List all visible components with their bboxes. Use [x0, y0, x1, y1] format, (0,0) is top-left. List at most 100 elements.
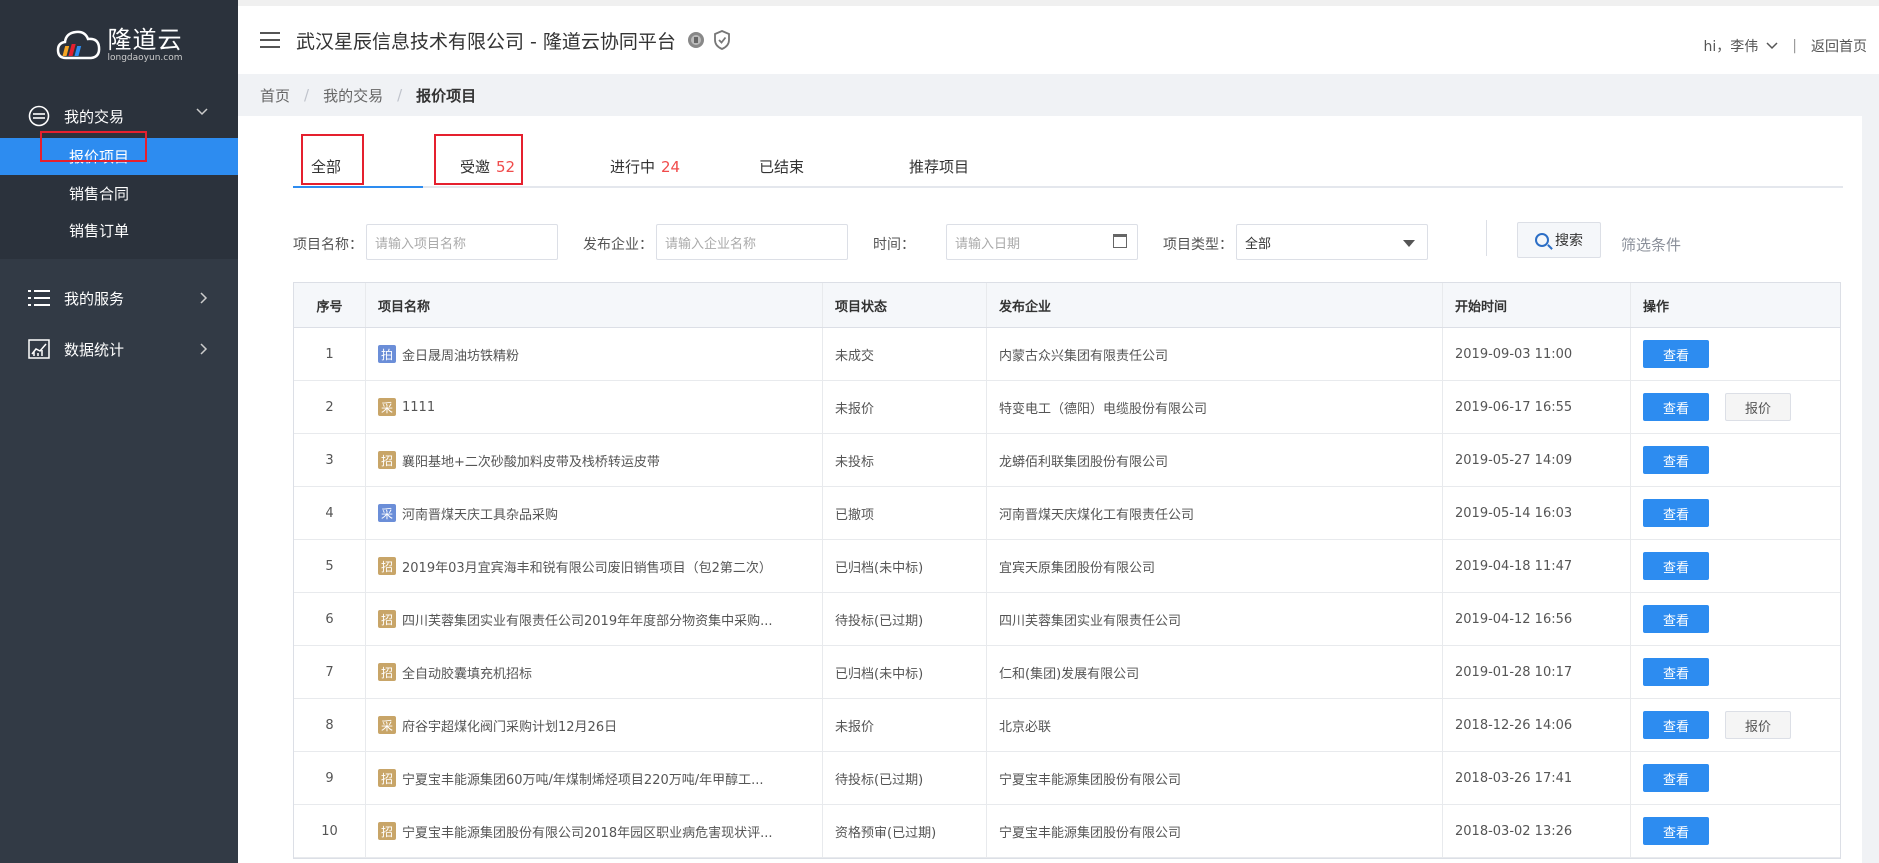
project-name[interactable]: 2019年03月宜宾海丰和锐有限公司废旧销售项目（包2第二次）: [402, 557, 772, 576]
cell-time: 2018-12-26 14:06: [1443, 699, 1631, 751]
view-button[interactable]: 查看: [1643, 658, 1709, 686]
view-button[interactable]: 查看: [1643, 446, 1709, 474]
header-name: 项目名称: [366, 283, 823, 327]
cell-name[interactable]: 招宁夏宝丰能源集团股份有限公司2018年园区职业病危害现状评...: [366, 805, 823, 857]
project-name[interactable]: 1111: [402, 400, 435, 415]
logo[interactable]: 隆道云 longdaoyun.com: [56, 27, 183, 63]
chevron-down-icon[interactable]: [1766, 38, 1778, 54]
cell-no: 6: [294, 593, 366, 645]
cell-name[interactable]: 采河南晋煤天庆工具杂品采购: [366, 487, 823, 539]
filter-conditions-link[interactable]: 筛选条件: [1621, 234, 1681, 255]
view-button[interactable]: 查看: [1643, 499, 1709, 527]
nav-head-my-service[interactable]: 我的服务: [0, 273, 238, 323]
view-button[interactable]: 查看: [1643, 552, 1709, 580]
project-name-input[interactable]: 请输入项目名称: [366, 224, 558, 260]
cell-name[interactable]: 招襄阳基地+二次砂酸加料皮带及栈桥转运皮带: [366, 434, 823, 486]
highlight-box: [434, 134, 523, 185]
view-button[interactable]: 查看: [1643, 340, 1709, 368]
tab-recommended[interactable]: 推荐项目: [909, 156, 969, 177]
nav-head-statistics[interactable]: 数据统计: [0, 323, 238, 375]
quote-button[interactable]: 报价: [1725, 393, 1791, 421]
tab-label: 已结束: [759, 158, 805, 176]
project-name[interactable]: 河南晋煤天庆工具杂品采购: [402, 504, 558, 523]
nav-group-trade: 我的交易 报价项目 销售合同 销售订单: [0, 90, 238, 259]
app-title: 武汉星辰信息技术有限公司 - 隆道云协同平台: [296, 30, 676, 53]
project-type-tag: 采: [378, 504, 396, 522]
view-button[interactable]: 查看: [1643, 393, 1709, 421]
sidebar-item-sales-contract[interactable]: 销售合同: [0, 175, 238, 212]
date-input[interactable]: 请输入日期: [946, 224, 1138, 260]
tab-finished[interactable]: 已结束: [759, 156, 804, 177]
cell-time: 2019-06-17 16:55: [1443, 381, 1631, 433]
project-name[interactable]: 全自动胶囊填充机招标: [402, 663, 532, 682]
cell-status: 已归档(未中标): [823, 646, 987, 698]
cell-time: 2019-09-03 11:00: [1443, 328, 1631, 380]
sidebar-item-sales-order[interactable]: 销售订单: [0, 212, 238, 249]
search-icon: [1535, 233, 1549, 247]
cell-status: 已撤项: [823, 487, 987, 539]
time-label: 时间：: [873, 237, 915, 253]
cell-no: 8: [294, 699, 366, 751]
header-corp: 发布企业: [987, 283, 1443, 327]
project-name[interactable]: 四川芙蓉集团实业有限责任公司2019年年度部分物资集中采购...: [402, 610, 772, 629]
table-row: 9 招宁夏宝丰能源集团60万吨/年煤制烯烃项目220万吨/年甲醇工... 待投标(已…: [294, 752, 1840, 805]
cell-op: 查看: [1631, 805, 1840, 857]
breadcrumb-trade[interactable]: 我的交易: [323, 85, 383, 106]
project-type-select[interactable]: 全部: [1236, 224, 1428, 260]
cell-name[interactable]: 采府谷宇超煤化阀门采购计划12月26日: [366, 699, 823, 751]
view-button[interactable]: 查看: [1643, 764, 1709, 792]
cell-name[interactable]: 招 2019年03月宜宾海丰和锐有限公司废旧销售项目（包2第二次）: [366, 540, 823, 592]
cell-corp: 宁夏宝丰能源集团股份有限公司: [987, 752, 1443, 804]
cell-corp: 河南晋煤天庆煤化工有限责任公司: [987, 487, 1443, 539]
header-op: 操作: [1643, 299, 1670, 315]
cell-time: 2018-03-26 17:41: [1443, 752, 1631, 804]
corp-name-input[interactable]: 请输入企业名称: [656, 224, 848, 260]
logo-name: 隆道云: [107, 26, 183, 54]
cell-op: 查看: [1631, 487, 1840, 539]
back-home-link[interactable]: 返回首页: [1811, 36, 1867, 56]
select-value: 全部: [1245, 236, 1272, 252]
view-button[interactable]: 查看: [1643, 605, 1709, 633]
cell-status: 未报价: [823, 381, 987, 433]
cell-status: 未报价: [823, 699, 987, 751]
cell-no: 1: [294, 328, 366, 380]
cell-name[interactable]: 拍金日晟周油坊铁精粉: [366, 328, 823, 380]
cell-name[interactable]: 招全自动胶囊填充机招标: [366, 646, 823, 698]
project-type-tag: 招: [378, 557, 396, 575]
tab-in-progress[interactable]: 进行中 24: [610, 156, 680, 177]
cell-status: 待投标(已过期): [823, 752, 987, 804]
project-type-tag: 招: [378, 769, 396, 787]
breadcrumb-home[interactable]: 首页: [260, 85, 290, 106]
cell-name[interactable]: 采 1111: [366, 381, 823, 433]
project-name[interactable]: 襄阳基地+二次砂酸加料皮带及栈桥转运皮带: [402, 451, 660, 470]
tab-ink-bar: [293, 186, 423, 188]
cell-name[interactable]: 招四川芙蓉集团实业有限责任公司2019年年度部分物资集中采购...: [366, 593, 823, 645]
menu-icon[interactable]: [260, 32, 280, 48]
project-name[interactable]: 府谷宇超煤化阀门采购计划12月26日: [402, 716, 617, 735]
tab-bar: 全部 受邀 52 进行中 24 已结束 推荐项目: [293, 138, 1843, 188]
table-row: 1 拍金日晟周油坊铁精粉 未成交 内蒙古众兴集团有限责任公司 2019-09-03 11…: [294, 328, 1840, 381]
cell-op: 查看: [1631, 646, 1840, 698]
view-button[interactable]: 查看: [1643, 817, 1709, 845]
project-name[interactable]: 宁夏宝丰能源集团股份有限公司2018年园区职业病危害现状评...: [402, 822, 772, 841]
breadcrumb-sep: /: [397, 86, 403, 104]
divider: [1486, 220, 1487, 256]
search-button[interactable]: 搜索: [1517, 222, 1601, 258]
cell-status: 资格预审(已过期): [823, 805, 987, 857]
cell-status: 未投标: [823, 434, 987, 486]
user-menu[interactable]: hi，李伟: [1704, 36, 1759, 56]
sidebar-item-label: 销售订单: [69, 222, 130, 240]
chart-icon: [28, 338, 50, 360]
cell-corp: 四川芙蓉集团实业有限责任公司: [987, 593, 1443, 645]
quote-button[interactable]: 报价: [1725, 711, 1791, 739]
calendar-icon[interactable]: [1113, 234, 1127, 248]
project-name[interactable]: 金日晟周油坊铁精粉: [402, 345, 519, 364]
cell-status: 已归档(未中标): [823, 540, 987, 592]
cell-name[interactable]: 招宁夏宝丰能源集团60万吨/年煤制烯烃项目220万吨/年甲醇工...: [366, 752, 823, 804]
view-button[interactable]: 查看: [1643, 711, 1709, 739]
cell-status: 未成交: [823, 328, 987, 380]
placeholder: 请输入企业名称: [665, 236, 757, 252]
cell-corp: 北京必联: [987, 699, 1443, 751]
project-name[interactable]: 宁夏宝丰能源集团60万吨/年煤制烯烃项目220万吨/年甲醇工...: [402, 769, 764, 788]
search-label: 搜索: [1555, 233, 1583, 249]
